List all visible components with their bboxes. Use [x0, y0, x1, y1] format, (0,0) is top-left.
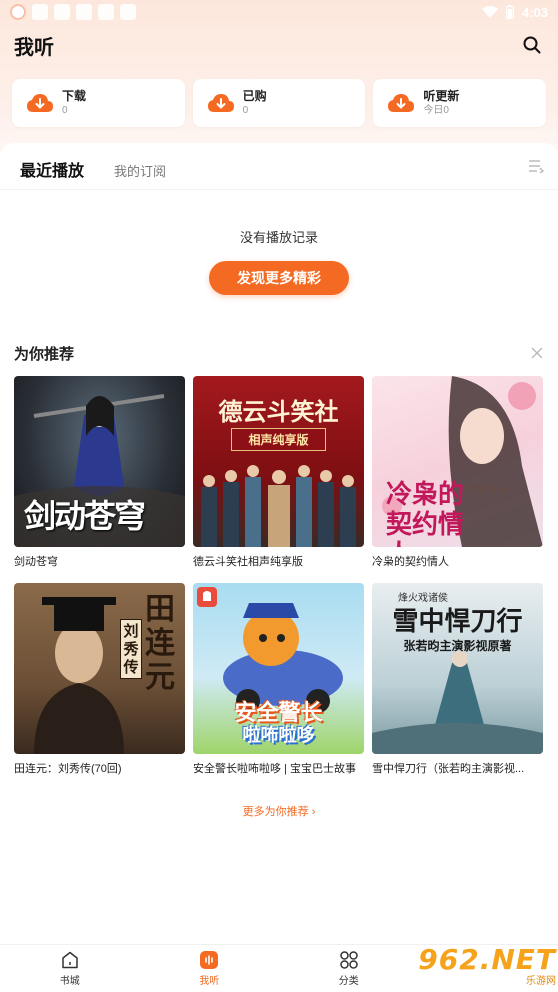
more-recommendations-link[interactable]: 更多为你推荐 ›: [0, 803, 558, 819]
cover-subtitle: 相声纯享版: [231, 428, 326, 451]
notification-icon: [76, 4, 92, 20]
nav-label: 书城: [59, 976, 80, 987]
nav-listen[interactable]: 我听: [140, 945, 280, 992]
content-panel: 最近播放 我的订阅 没有播放记录 发现更多精彩 为你推荐 剑动苍穹 剑动苍穹 德…: [0, 143, 558, 943]
card-title: 听更新: [423, 89, 460, 103]
cover-subtitle: 作者 亿五: [468, 485, 507, 495]
watermark-logo: 962.NET 乐游网: [416, 942, 556, 988]
cloud-download-icon: [27, 94, 53, 112]
cover-subtitle: 刘秀传: [120, 619, 142, 679]
empty-state-text: 没有播放记录: [239, 230, 318, 245]
updates-card[interactable]: 听更新 今日0: [373, 79, 547, 127]
book-title: 冷枭的契约情人: [372, 556, 449, 568]
recommend-header: 为你推荐: [14, 343, 544, 363]
section-title: 为你推荐: [14, 345, 75, 363]
book-card[interactable]: 烽火戏诸侯 雪中悍刀行 张若昀主演影视原著 雪中悍刀行（张若昀主演影视...: [372, 583, 543, 776]
notification-icon: [98, 4, 114, 20]
book-title: 雪中悍刀行（张若昀主演影视...: [372, 763, 525, 775]
wifi-icon: [481, 6, 498, 18]
divider: [0, 189, 558, 190]
listen-icon: [200, 951, 219, 969]
book-cover: 烽火戏诸侯 雪中悍刀行 张若昀主演影视原著: [372, 583, 543, 754]
nav-category[interactable]: 分类: [279, 945, 419, 992]
book-card[interactable]: 田连元 刘秀传 田连元：刘秀传(70回): [14, 583, 185, 776]
recommend-grid: 剑动苍穹 剑动苍穹 德云斗笑社 相声纯享版 德云斗笑社相声纯享版 冷枭的契约情 …: [14, 376, 544, 776]
notification-icon: [54, 4, 70, 20]
more-link-label: 更多为你推荐: [242, 806, 309, 818]
cover-subtitle: 啦咘啦哆: [242, 725, 315, 746]
header: 我听: [14, 30, 544, 60]
cover-title: 冷枭的契约情人: [386, 480, 465, 547]
nav-label: 我听: [199, 976, 220, 987]
cover-art: [201, 465, 356, 547]
book-title: 德云斗笑社相声纯享版: [193, 556, 303, 568]
clock: 4:03: [521, 4, 548, 20]
card-count: 0: [62, 105, 68, 116]
search-button[interactable]: [520, 33, 544, 57]
watermark-subtext: 乐游网: [526, 976, 556, 987]
book-card[interactable]: 安全警长 啦咘啦哆 安全警长啦咘啦哆 | 宝宝巴士故事: [193, 583, 364, 776]
book-cover: 剑动苍穹: [14, 376, 185, 547]
cover-title: 雪中悍刀行: [392, 607, 523, 637]
system-status: 4:03: [481, 4, 548, 20]
nav-bookstore[interactable]: 书城: [0, 945, 140, 992]
card-title: 已购: [242, 89, 267, 103]
book-title: 安全警长啦咘啦哆 | 宝宝巴士故事: [193, 763, 356, 775]
discover-more-button[interactable]: 发现更多精彩: [209, 261, 349, 295]
tab-subscriptions[interactable]: 我的订阅: [114, 161, 166, 180]
status-bar: 4:03: [0, 0, 558, 24]
nav-label: 分类: [338, 976, 359, 987]
cover-title: 剑动苍穹: [24, 497, 146, 535]
category-icon: [340, 951, 358, 969]
close-icon[interactable]: [530, 346, 544, 360]
book-title: 田连元：刘秀传(70回): [14, 763, 122, 775]
book-cover: 冷枭的契约情人 作者 亿五: [372, 376, 543, 547]
purchased-card[interactable]: 已购 0: [192, 79, 366, 127]
search-icon: [523, 36, 541, 54]
card-title: 下载: [62, 89, 87, 103]
battery-icon: [505, 5, 514, 19]
cloud-download-icon: [388, 94, 415, 112]
sort-icon[interactable]: [528, 159, 544, 173]
card-count: 今日0: [423, 105, 449, 116]
page-title: 我听: [14, 36, 54, 59]
quick-cards: 下载 0 已购 0 听更新 今日0: [12, 79, 547, 127]
notification-icon: [120, 4, 136, 20]
book-cover: 田连元 刘秀传: [14, 583, 185, 754]
book-title: 剑动苍穹: [14, 556, 58, 568]
app-notification-icon: [10, 4, 26, 20]
book-cover: 德云斗笑社 相声纯享版: [193, 376, 364, 547]
cover-title: 德云斗笑社: [218, 397, 339, 426]
download-card[interactable]: 下载 0: [12, 79, 185, 127]
book-card[interactable]: 冷枭的契约情人 作者 亿五 冷枭的契约情人: [372, 376, 543, 569]
book-card[interactable]: 剑动苍穹 剑动苍穹: [14, 376, 185, 569]
card-count: 0: [242, 105, 249, 116]
cover-title: 田连元: [145, 592, 175, 695]
home-icon: [62, 951, 78, 969]
cloud-download-icon: [207, 94, 234, 112]
tab-bar: 最近播放 我的订阅: [20, 157, 166, 181]
notification-icons: [10, 4, 136, 20]
chevron-right-icon: ›: [311, 806, 316, 818]
book-card[interactable]: 德云斗笑社 相声纯享版 德云斗笑社相声纯享版: [193, 376, 364, 569]
cover-subtitle: 张若昀主演影视原著: [403, 639, 512, 653]
book-cover: 安全警长 啦咘啦哆: [193, 583, 364, 754]
notification-icon: [32, 4, 48, 20]
tab-recent[interactable]: 最近播放: [20, 157, 84, 181]
